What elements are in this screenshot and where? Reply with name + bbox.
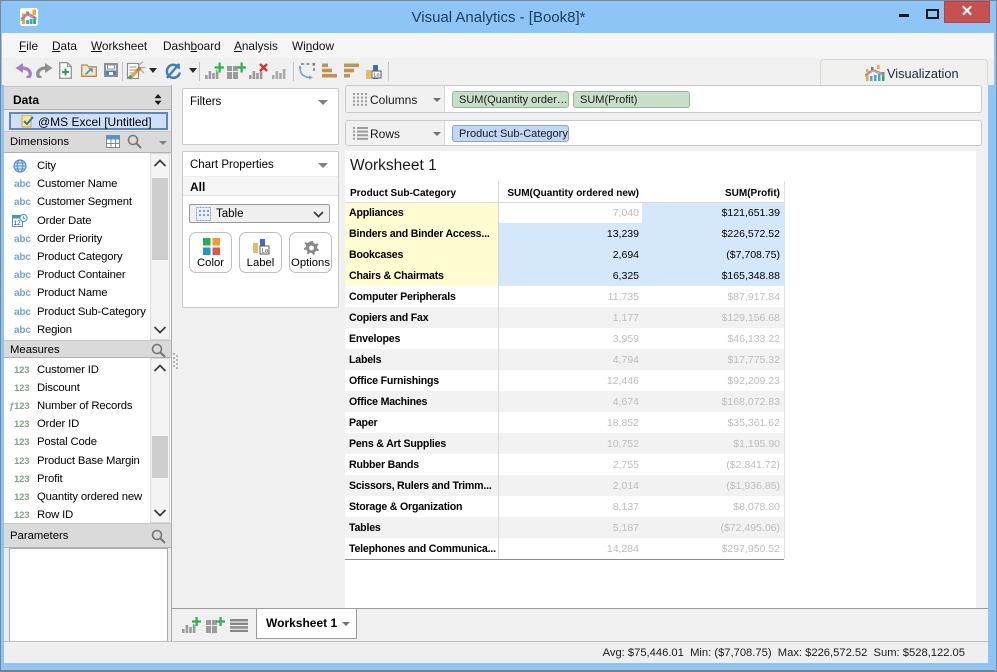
svg-text:Lo: Lo bbox=[374, 73, 380, 79]
svg-text:Lo: Lo bbox=[262, 249, 269, 255]
svg-text:12: 12 bbox=[14, 220, 21, 227]
